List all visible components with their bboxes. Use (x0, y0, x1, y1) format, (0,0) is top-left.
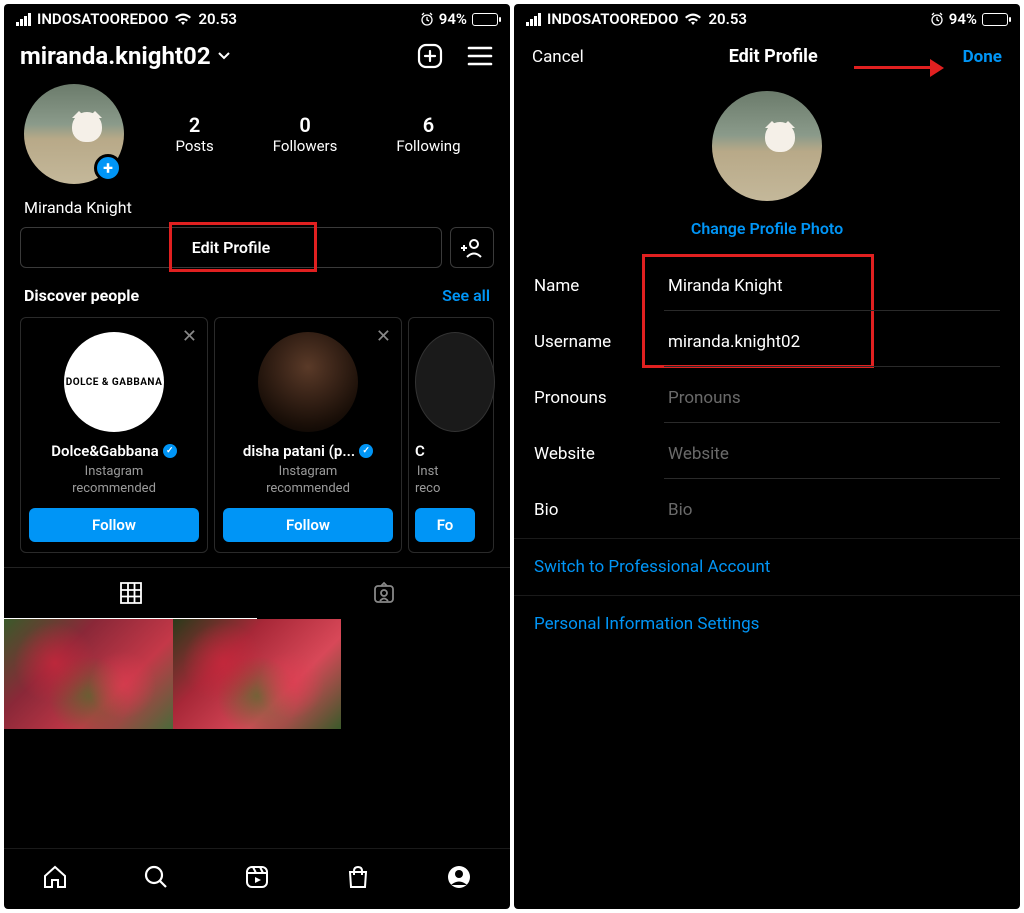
menu-button[interactable] (466, 42, 494, 70)
field-name: Name Miranda Knight (534, 258, 1000, 314)
battery-icon (472, 13, 498, 26)
suggestion-avatar[interactable]: DOLCE & GABBANA (64, 332, 164, 432)
stat-posts[interactable]: 2 Posts (175, 113, 213, 155)
annotation-arrow (854, 66, 932, 69)
profile-avatar[interactable]: + (24, 84, 124, 184)
alarm-icon (420, 12, 434, 26)
personal-info-link[interactable]: Personal Information Settings (514, 595, 1020, 652)
bottom-nav (4, 848, 510, 909)
edit-profile-title: Edit Profile (729, 46, 818, 67)
username-text: miranda.knight02 (20, 42, 211, 70)
nav-profile[interactable] (445, 863, 473, 891)
see-all-link[interactable]: See all (442, 286, 490, 305)
suggestion-avatar[interactable] (415, 332, 495, 432)
username-input[interactable]: miranda.knight02 (664, 318, 1000, 367)
battery-icon (982, 13, 1008, 26)
stat-following[interactable]: 6 Following (396, 113, 460, 155)
wifi-icon (684, 12, 702, 26)
cancel-button[interactable]: Cancel (532, 47, 584, 67)
close-icon[interactable]: ✕ (182, 326, 197, 347)
field-pronouns: Pronouns Pronouns (534, 370, 1000, 426)
edit-profile-button[interactable]: Edit Profile (20, 227, 442, 268)
close-icon[interactable]: ✕ (376, 326, 391, 347)
discover-cards[interactable]: ✕ DOLCE & GABBANA Dolce&Gabbana✓ Instagr… (4, 317, 510, 567)
suggestion-name[interactable]: disha patani (p...✓ (243, 442, 373, 460)
add-story-badge[interactable]: + (94, 154, 122, 182)
suggestion-card: ✕ DOLCE & GABBANA Dolce&Gabbana✓ Instagr… (20, 317, 208, 553)
post-thumbnail[interactable] (173, 619, 342, 729)
create-button[interactable] (416, 42, 444, 70)
username-dropdown[interactable]: miranda.knight02 (20, 42, 231, 70)
status-bar: INDOSATOOREDOO 20.53 94% (4, 4, 510, 32)
status-bar: INDOSATOOREDOO 20.53 94% (514, 4, 1020, 32)
discover-people-button[interactable] (450, 227, 494, 268)
edit-profile-header: Cancel Edit Profile Done (514, 32, 1020, 81)
suggestion-subtitle: Instagramrecommended (266, 464, 350, 498)
add-person-icon (461, 238, 483, 258)
post-thumbnail[interactable] (4, 619, 173, 729)
time-label: 20.53 (708, 10, 747, 28)
grid-icon (118, 580, 144, 606)
pronouns-input[interactable]: Pronouns (664, 374, 1000, 423)
tab-tagged[interactable] (257, 568, 510, 619)
battery-pct: 94% (949, 10, 977, 28)
follow-button[interactable]: Follow (223, 508, 393, 542)
battery-pct: 94% (439, 10, 467, 28)
profile-info-row: + 2 Posts 0 Followers 6 Following (4, 84, 510, 192)
wifi-icon (174, 12, 192, 26)
website-input[interactable]: Website (664, 430, 1000, 479)
chevron-down-icon (217, 51, 231, 61)
alarm-icon (930, 12, 944, 26)
suggestion-name[interactable]: Dolce&Gabbana✓ (51, 442, 176, 460)
carrier-label: INDOSATOOREDOO (547, 10, 678, 28)
verified-icon: ✓ (359, 444, 373, 458)
edit-form: Name Miranda Knight Username miranda.kni… (514, 258, 1020, 538)
suggestion-name[interactable]: C (415, 442, 425, 460)
suggestion-card: ✕ disha patani (p...✓ Instagramrecommend… (214, 317, 402, 553)
nav-shop[interactable] (344, 863, 372, 891)
switch-professional-link[interactable]: Switch to Professional Account (514, 538, 1020, 595)
field-username: Username miranda.knight02 (534, 314, 1000, 370)
nav-home[interactable] (41, 863, 69, 891)
suggestion-subtitle: Instagramrecommended (72, 464, 156, 498)
signal-icon (16, 13, 31, 26)
edit-avatar-section: Change Profile Photo (514, 81, 1020, 258)
done-button[interactable]: Done (963, 47, 1002, 67)
field-bio: Bio Bio (534, 482, 1000, 538)
carrier-label: INDOSATOOREDOO (37, 10, 168, 28)
discover-title: Discover people (24, 286, 139, 305)
verified-icon: ✓ (163, 444, 177, 458)
follow-button[interactable]: Follow (29, 508, 199, 542)
edit-profile-screen: INDOSATOOREDOO 20.53 94% Cancel Edit Pro… (514, 4, 1020, 909)
post-thumbnails (4, 619, 510, 729)
stat-followers[interactable]: 0 Followers (273, 113, 338, 155)
nav-reels[interactable] (243, 863, 271, 891)
profile-screen: INDOSATOOREDOO 20.53 94% miranda.knight0… (4, 4, 510, 909)
suggestion-avatar[interactable] (258, 332, 358, 432)
nav-search[interactable] (142, 863, 170, 891)
profile-tabs (4, 567, 510, 619)
follow-button[interactable]: Fo (415, 508, 475, 542)
signal-icon (526, 13, 541, 26)
bio-input[interactable]: Bio (664, 486, 1000, 534)
tab-grid[interactable] (4, 568, 257, 619)
profile-header: miranda.knight02 (4, 32, 510, 84)
name-input[interactable]: Miranda Knight (664, 262, 1000, 311)
tagged-icon (371, 580, 397, 606)
suggestion-subtitle: Instreco (415, 464, 440, 498)
time-label: 20.53 (198, 10, 237, 28)
profile-photo[interactable] (712, 91, 822, 201)
field-website: Website Website (534, 426, 1000, 482)
discover-header: Discover people See all (4, 286, 510, 317)
display-name: Miranda Knight (4, 192, 510, 227)
suggestion-card: C Instreco Fo (408, 317, 494, 553)
change-photo-link[interactable]: Change Profile Photo (691, 219, 843, 238)
